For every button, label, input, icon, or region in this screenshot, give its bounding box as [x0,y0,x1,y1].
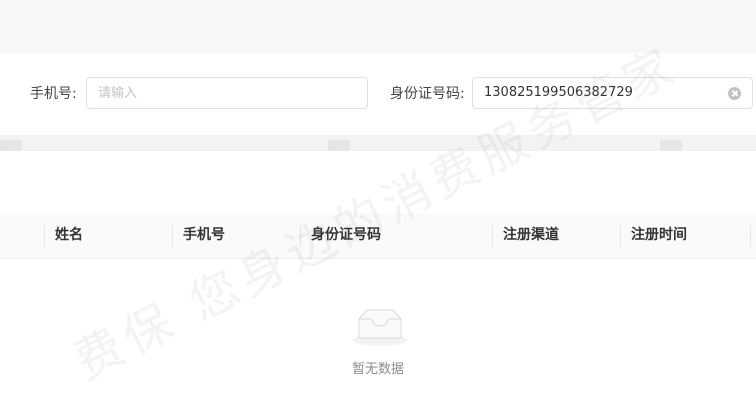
column-separator [44,225,45,247]
divider-mark [0,140,22,151]
column-header-register-time[interactable]: 注册时间 [631,213,687,258]
empty-inbox-icon [352,309,408,346]
column-header-id-number[interactable]: 身份证号码 [311,213,381,258]
divider-mark [328,140,350,151]
filter-bar: 手机号: 身份证号码: 130825199506382729 [0,53,756,135]
top-band [0,0,756,53]
phone-label: 手机号: [30,86,77,102]
phone-input[interactable] [86,77,368,109]
divider-mark [660,140,682,151]
column-header-phone[interactable]: 手机号 [183,213,225,258]
id-number-value: 130825199506382729 [484,85,633,100]
column-separator [620,225,621,247]
column-header-channel[interactable]: 注册渠道 [503,213,559,258]
column-separator [492,225,493,247]
section-divider [0,135,756,151]
column-header-name[interactable]: 姓名 [55,213,83,258]
id-number-label: 身份证号码: [390,86,465,102]
column-separator [300,225,301,247]
clear-icon[interactable] [728,87,741,100]
table-body-empty: 暂无数据 [0,259,756,409]
column-separator [172,225,173,247]
column-separator [750,225,751,247]
table-header: 姓名 手机号 身份证号码 注册渠道 注册时间 [0,213,756,259]
toolbar-area [0,151,756,213]
id-number-input[interactable]: 130825199506382729 [472,77,753,109]
empty-state-text: 暂无数据 [351,362,404,377]
